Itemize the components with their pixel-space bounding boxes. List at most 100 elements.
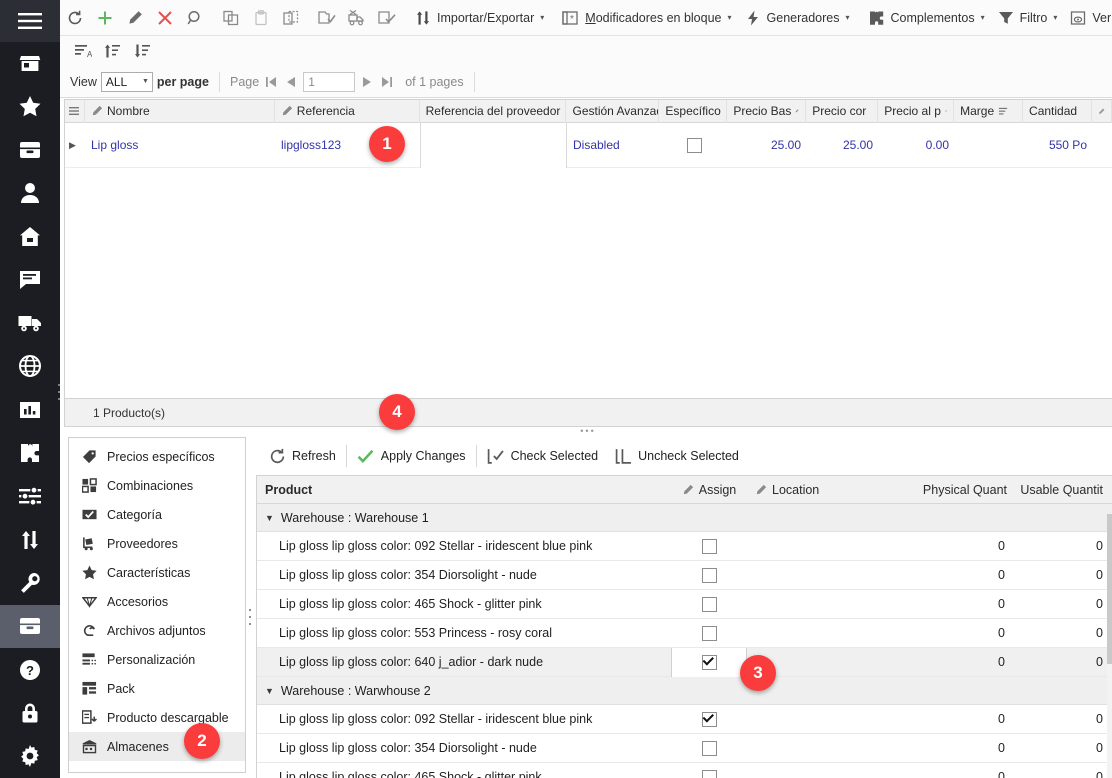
assign-checkbox[interactable] xyxy=(701,654,717,670)
check-all-button[interactable] xyxy=(312,3,342,33)
apply-changes-button[interactable]: Apply Changes xyxy=(349,442,474,470)
sidebar-item-proveedores[interactable]: Proveedores xyxy=(69,529,245,558)
check-selected-button[interactable]: Check Selected xyxy=(479,442,607,470)
grid-column-precio-cor[interactable]: Precio cor xyxy=(806,99,879,123)
sidebar-item-archivos-adjuntos[interactable]: Archivos adjuntos xyxy=(69,616,245,645)
page-number-input[interactable]: 1 xyxy=(303,71,356,92)
generators-menu[interactable]: Generadores ▾ xyxy=(738,3,856,33)
sidebar-item-personalizacion[interactable]: Personalización xyxy=(69,645,245,674)
cell-referencia-proveedor[interactable] xyxy=(420,122,567,168)
warehouse-group-header[interactable]: ▼ Warehouse : Warehouse 1 xyxy=(257,504,1112,532)
table-row[interactable]: Lip gloss lip gloss color: 465 Shock - g… xyxy=(257,763,1112,778)
table-row[interactable]: Lip gloss lip gloss color: 092 Stellar -… xyxy=(257,705,1112,734)
sidebar-item-help[interactable]: ? xyxy=(0,648,60,691)
especifico-checkbox[interactable] xyxy=(686,137,702,153)
table-row[interactable]: ▶ Lip gloss lipgloss123 Disabled 25.00 2… xyxy=(65,122,1112,168)
assign-checkbox[interactable] xyxy=(701,538,717,554)
cell-assign[interactable] xyxy=(671,647,747,677)
sort-asc-button[interactable] xyxy=(98,36,128,66)
wh-column-location[interactable]: Location xyxy=(747,476,911,504)
table-row[interactable]: Lip gloss lip gloss color: 354 Diorsolig… xyxy=(257,561,1112,590)
sidebar-item-modules[interactable] xyxy=(0,431,60,474)
add-button[interactable] xyxy=(90,3,120,33)
sidebar-item-stock[interactable] xyxy=(0,604,60,649)
filter-menu[interactable]: Filtro ▾ xyxy=(991,3,1064,33)
sort-desc-button[interactable] xyxy=(128,36,158,66)
view-menu[interactable]: Ver ▾ xyxy=(1063,3,1112,33)
grid-column-cantidad[interactable]: Cantidad xyxy=(1023,99,1092,123)
table-row[interactable]: Lip gloss lip gloss color: 465 Shock - g… xyxy=(257,590,1112,619)
cell-assign[interactable] xyxy=(671,538,747,554)
sidebar-item-localization[interactable] xyxy=(0,345,60,388)
assign-checkbox[interactable] xyxy=(701,711,717,727)
sidebar-item-stats[interactable] xyxy=(0,388,60,431)
table-row[interactable]: Lip gloss lip gloss color: 553 Princess … xyxy=(257,619,1112,648)
view-per-page-select[interactable]: ALL ▼ xyxy=(100,71,153,92)
paste-button[interactable] xyxy=(246,3,276,33)
assign-checkbox[interactable] xyxy=(701,769,717,778)
mark-done-button[interactable] xyxy=(372,3,402,33)
table-row[interactable]: Lip gloss lip gloss color: 354 Diorsolig… xyxy=(257,734,1112,763)
import-export-menu[interactable]: Importar/Exportar ▾ xyxy=(408,3,550,33)
panel-splitter[interactable]: ••• xyxy=(64,427,1112,436)
sidebar-item-shop[interactable] xyxy=(0,42,60,85)
refresh-button[interactable]: Refresh xyxy=(260,442,344,470)
sidebar-item-caracteristicas[interactable]: Características xyxy=(69,558,245,587)
assign-checkbox[interactable] xyxy=(701,567,717,583)
warehouse-group-header[interactable]: ▼ Warehouse : Warwhouse 2 xyxy=(257,677,1112,705)
sidebar-item-catalog[interactable] xyxy=(0,128,60,171)
sidebar-item-pack[interactable]: Pack xyxy=(69,674,245,703)
grid-column-overflow[interactable] xyxy=(1092,99,1112,123)
sidebar-item-categoria[interactable]: Categoría xyxy=(69,500,245,529)
sidebar-item-producto-descargable[interactable]: Producto descargable xyxy=(69,703,245,732)
sidebar-item-customers[interactable] xyxy=(0,172,60,215)
sidebar-item-accesorios[interactable]: Accesorios xyxy=(69,587,245,616)
row-expander[interactable]: ▶ xyxy=(65,123,85,168)
scrollbar-thumb[interactable] xyxy=(1107,514,1112,664)
sidebar-item-messages[interactable] xyxy=(0,258,60,301)
hamburger-menu-button[interactable] xyxy=(0,0,60,42)
grid-column-referencia-proveedor[interactable]: Referencia del proveedor xyxy=(420,99,567,123)
cell-assign[interactable] xyxy=(671,740,747,756)
rail-resize-grip[interactable] xyxy=(56,384,61,400)
delete-button[interactable] xyxy=(150,3,180,33)
wh-column-physical-quantity[interactable]: Physical Quant xyxy=(911,476,1015,504)
cell-assign[interactable] xyxy=(671,625,747,641)
sidebar-item-home[interactable] xyxy=(0,215,60,258)
last-page-button[interactable] xyxy=(379,72,395,92)
sort-alpha-button[interactable]: A xyxy=(68,36,98,66)
edit-button[interactable] xyxy=(120,3,150,33)
grid-column-menu[interactable] xyxy=(65,99,85,123)
grid-column-precio-al-p[interactable]: Precio al p xyxy=(878,99,955,123)
grid-column-gestion-avanzada[interactable]: Gestión Avanzada de xyxy=(566,99,660,123)
sidebar-item-combinaciones[interactable]: Combinaciones xyxy=(69,471,245,500)
grid-column-especifico[interactable]: Específico xyxy=(659,99,728,123)
next-page-button[interactable] xyxy=(359,72,375,92)
grid-column-referencia[interactable]: Referencia xyxy=(275,99,420,123)
cell-assign[interactable] xyxy=(671,769,747,778)
addons-menu[interactable]: Complementos ▾ xyxy=(862,3,991,33)
cell-assign[interactable] xyxy=(671,596,747,612)
sidebar-item-security[interactable] xyxy=(0,691,60,734)
copy-special-button[interactable] xyxy=(276,3,306,33)
search-button[interactable] xyxy=(180,3,210,33)
wh-column-usable-quantity[interactable]: Usable Quantit xyxy=(1015,476,1111,504)
sidebar-item-transfer[interactable] xyxy=(0,518,60,561)
tabs-resize-grip[interactable] xyxy=(247,609,252,625)
grid-column-precio-base[interactable]: Precio Bas xyxy=(727,99,807,123)
cell-assign[interactable] xyxy=(671,711,747,727)
assign-checkbox[interactable] xyxy=(701,625,717,641)
sidebar-item-precios-especificos[interactable]: Precios específicos xyxy=(69,442,245,471)
sidebar-item-tools[interactable] xyxy=(0,561,60,604)
prev-page-button[interactable] xyxy=(283,72,299,92)
bulk-modifiers-menu[interactable]: * Modificadores en bloque ▾ xyxy=(556,3,737,33)
refresh-button[interactable] xyxy=(60,3,90,33)
bulk-ship-button[interactable] xyxy=(342,3,372,33)
sidebar-item-shipping[interactable] xyxy=(0,301,60,344)
cell-assign[interactable] xyxy=(671,567,747,583)
table-row[interactable]: Lip gloss lip gloss color: 640 j_adior -… xyxy=(257,647,1112,677)
assign-checkbox[interactable] xyxy=(701,740,717,756)
table-row[interactable]: Lip gloss lip gloss color: 092 Stellar -… xyxy=(257,532,1112,561)
cell-especifico[interactable] xyxy=(660,123,728,168)
warehouse-vertical-scrollbar[interactable] xyxy=(1107,514,1112,778)
